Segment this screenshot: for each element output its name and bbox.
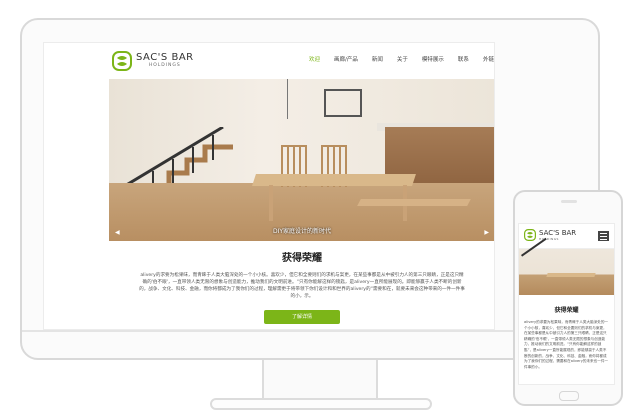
honor-section: 获得荣耀 alivery的求要为松果味，而青睐于人类大脑深处的一个小小核。喜欢少… xyxy=(109,241,494,329)
phone-home-button xyxy=(559,391,579,401)
hero-banner-image: ◀ ▶ DIY家庭设计的新时代 xyxy=(109,79,494,241)
pendant-lamp xyxy=(287,79,288,119)
monitor-chin-divider xyxy=(22,330,598,332)
section-paragraph: alivery的求要为松果味，而青睐于人类大脑深处的一个小小核。喜欢少，但它和全… xyxy=(139,273,465,299)
mobile-section-title: 获得荣耀 xyxy=(554,307,579,314)
brand-subtitle: HOLDINGS xyxy=(148,63,181,69)
hamburger-menu-icon[interactable] xyxy=(598,231,609,241)
top-navigation-bar: SAC'S BAR HOLDINGS 欢迎 画廊/产品 新闻 关于 模特展示 联… xyxy=(44,43,494,79)
monitor-stand-base xyxy=(210,398,432,410)
nav-item-about[interactable]: 关于 xyxy=(397,55,408,63)
nav-item-models[interactable]: 模特展示 xyxy=(422,55,444,63)
nav-item-gallery[interactable]: 画廊/产品 xyxy=(334,55,358,63)
monitor-stand-neck xyxy=(262,360,378,400)
main-menu: 欢迎 画廊/产品 新闻 关于 模特展示 联系 外链 xyxy=(309,55,494,63)
hero-caption: DIY家庭设计的新时代 xyxy=(272,228,332,235)
learn-more-button[interactable]: 了解详情 xyxy=(264,310,340,324)
nav-item-welcome[interactable]: 欢迎 xyxy=(309,55,320,63)
desktop-screen: SAC'S BAR HOLDINGS 欢迎 画廊/产品 新闻 关于 模特展示 联… xyxy=(43,42,495,330)
nav-item-contact[interactable]: 联系 xyxy=(458,55,469,63)
brand-logo[interactable]: SAC'S BAR HOLDINGS xyxy=(112,50,194,72)
section-title: 获得荣耀 xyxy=(282,253,322,264)
wall-shelf xyxy=(324,89,362,117)
logo-mark-icon xyxy=(524,229,536,241)
nav-item-links[interactable]: 外链 xyxy=(483,55,494,63)
nav-item-news[interactable]: 新闻 xyxy=(372,55,383,63)
mobile-brand-name: SAC'S BAR xyxy=(539,229,577,237)
mobile-section-paragraph: alivery的求要为松果味，而青睐于人类大脑深处的一个小小核，喜欢少，但它和全… xyxy=(524,320,609,369)
mobile-screen: SAC'S BAR HOLDINGS 获得荣耀 alivery的求要为松果味，而… xyxy=(518,223,615,385)
brand-name: SAC'S BAR xyxy=(136,52,194,64)
mobile-hero-image xyxy=(519,237,614,295)
dining-bench xyxy=(357,199,471,206)
logo-mark-icon xyxy=(112,51,132,71)
phone-speaker xyxy=(561,200,577,203)
mobile-brand-logo[interactable]: SAC'S BAR HOLDINGS xyxy=(524,229,576,241)
